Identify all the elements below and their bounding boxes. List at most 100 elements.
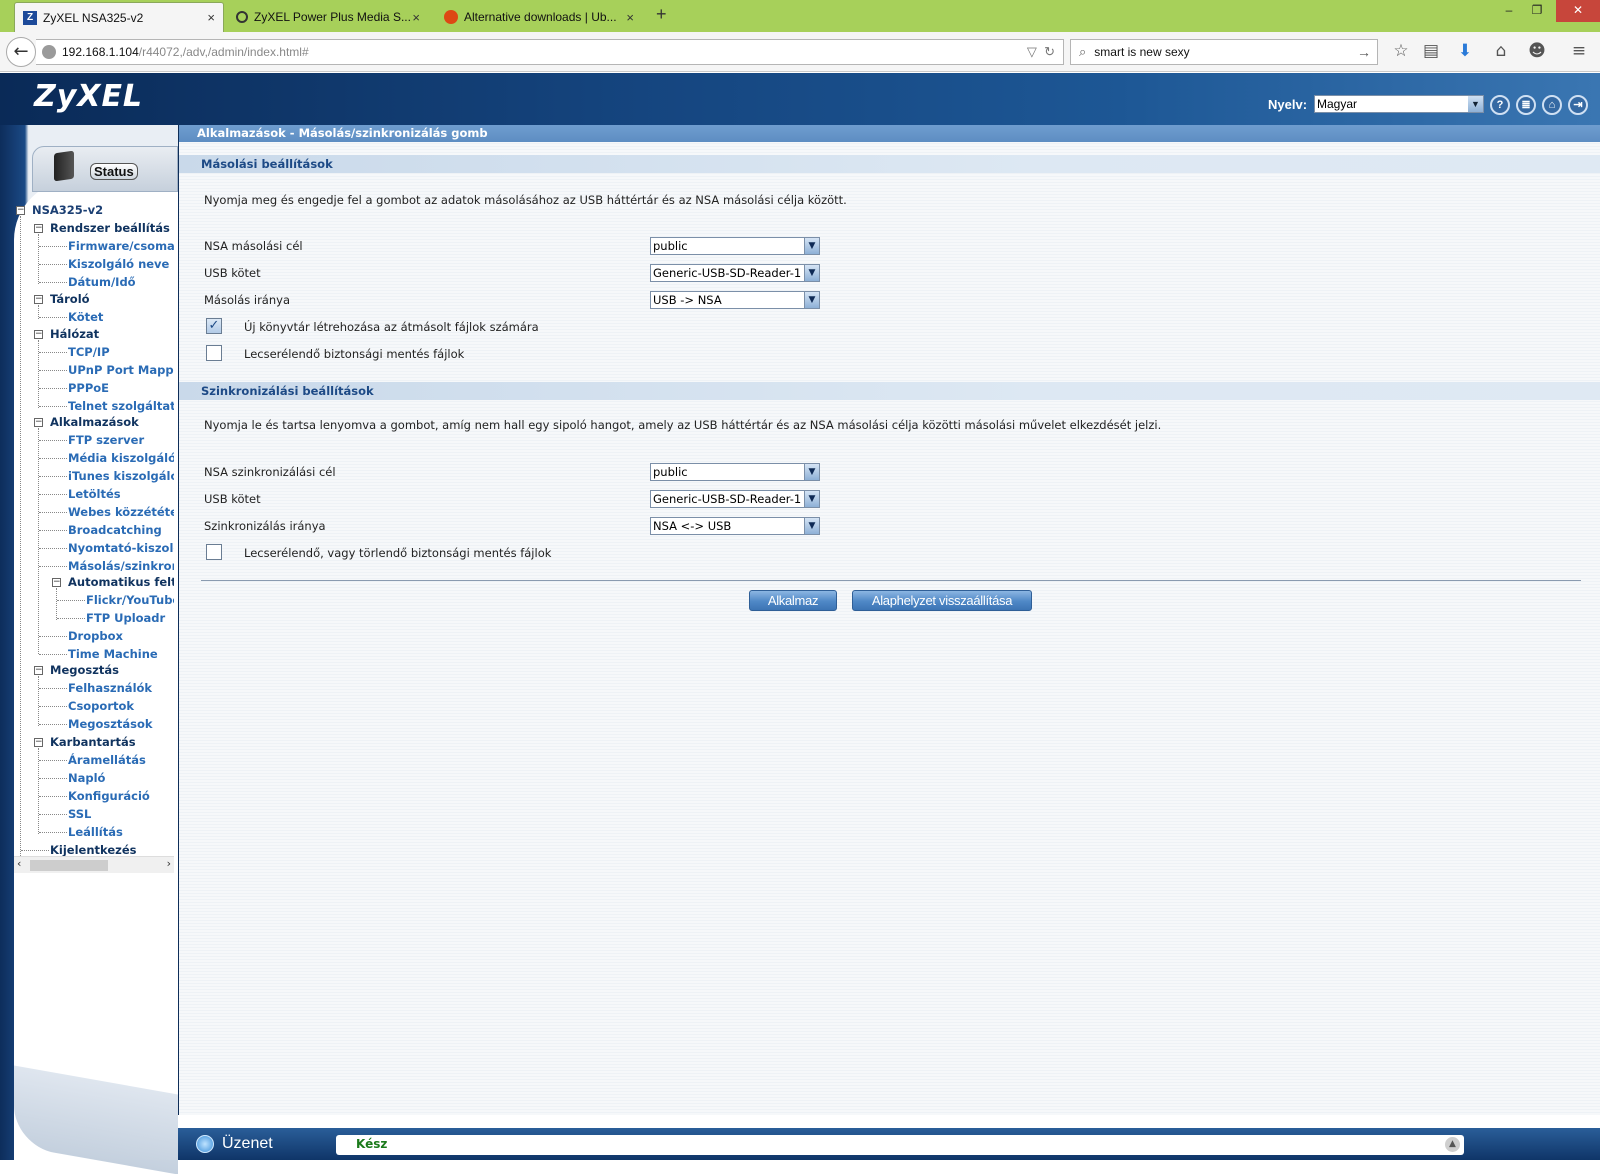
tree-item-telnet[interactable]: Telnet szolgáltatás <box>68 398 174 415</box>
tree-item-media[interactable]: Média kiszolgáló <box>68 450 174 467</box>
tree-line <box>39 370 67 371</box>
chevron-down-icon: ▼ <box>804 491 819 507</box>
minimize-window-button[interactable]: – <box>1494 0 1524 22</box>
collapse-icon[interactable]: − <box>16 206 25 215</box>
home-icon[interactable]: ⌂ <box>1542 95 1562 115</box>
tree-item-csoportok[interactable]: Csoportok <box>68 698 134 715</box>
tree-item-aramellatas[interactable]: Áramellátás <box>68 752 146 769</box>
tab-zyxel-forum[interactable]: ZyXEL Power Plus Media S... × <box>228 2 428 32</box>
zyxel-header: ZyXEL Nyelv: Magyar ▼ ? ≣ ⌂ ⇥ <box>0 73 1600 125</box>
close-window-button[interactable]: ✕ <box>1556 0 1600 22</box>
star-icon[interactable]: ☆ <box>1390 41 1412 61</box>
url-dropdown-reload-icons[interactable]: ▽ ↻ <box>1027 44 1055 60</box>
scroll-left-icon[interactable]: ‹ <box>17 857 21 870</box>
tree-item-flickr[interactable]: Flickr/YouTube <box>86 592 174 609</box>
sync-usb-select[interactable]: Generic-USB-SD-Reader-1 ▼ <box>650 490 820 508</box>
site-info-icon[interactable] <box>42 45 56 59</box>
close-tab-icon[interactable]: × <box>626 10 634 25</box>
language-select[interactable]: Magyar ▼ <box>1314 95 1484 113</box>
tree-item-time-machine[interactable]: Time Machine <box>68 646 158 663</box>
tree-item-rendszer[interactable]: Rendszer beállítás <box>50 220 170 237</box>
tree-line <box>39 706 67 707</box>
tab-ubuntu-downloads[interactable]: Alternative downloads | Ub... × <box>436 2 642 32</box>
tree-item-ftp-uploadr[interactable]: FTP Uploadr <box>86 610 165 627</box>
collapse-icon[interactable]: − <box>34 738 43 747</box>
tree-item-halozat[interactable]: Hálózat <box>50 326 99 343</box>
tree-item-leallitas[interactable]: Leállítás <box>68 824 123 841</box>
tab-label: ZyXEL Power Plus Media S... <box>254 10 411 24</box>
tree-item-ssl[interactable]: SSL <box>68 806 91 823</box>
tree-item-alkalmazasok[interactable]: Alkalmazások <box>50 414 139 431</box>
menu-icon[interactable]: ≡ <box>1568 41 1590 61</box>
collapse-icon[interactable]: − <box>52 578 61 587</box>
close-tab-icon[interactable]: × <box>412 10 420 25</box>
copy-direction-select[interactable]: USB -> NSA ▼ <box>650 291 820 309</box>
maximize-window-button[interactable]: ❐ <box>1522 0 1552 22</box>
copy-target-select[interactable]: public ▼ <box>650 237 820 255</box>
tree-item-letoltes[interactable]: Letöltés <box>68 486 121 503</box>
tree-item-kiszolgalo-neve[interactable]: Kiszolgáló neve <box>68 256 169 273</box>
tree-item-broadcatching[interactable]: Broadcatching <box>68 522 162 539</box>
apply-button[interactable]: Alkalmaz <box>749 590 837 611</box>
tree-item-webes[interactable]: Webes közzététel <box>68 504 174 521</box>
tree-item-megosztasok[interactable]: Megosztások <box>68 716 153 733</box>
sync-backup-checkbox[interactable] <box>206 544 222 560</box>
home-icon[interactable]: ⌂ <box>1490 41 1512 61</box>
tree-item-dropbox[interactable]: Dropbox <box>68 628 123 645</box>
tree-item-ftp[interactable]: FTP szerver <box>68 432 144 449</box>
back-button[interactable]: ← <box>6 37 36 67</box>
tree-item-tcpip[interactable]: TCP/IP <box>68 344 110 361</box>
copy-backup-checkbox[interactable] <box>206 345 222 361</box>
sync-target-select[interactable]: public ▼ <box>650 463 820 481</box>
collapse-icon[interactable]: − <box>34 224 43 233</box>
tree-line <box>39 512 67 513</box>
reading-list-icon[interactable]: ▤ <box>1420 41 1442 61</box>
sync-backup-label: Lecserélendő, vagy törlendő biztonsági m… <box>244 546 552 560</box>
copy-usb-select[interactable]: Generic-USB-SD-Reader-1 ▼ <box>650 264 820 282</box>
scrollbar-thumb[interactable] <box>30 860 108 871</box>
tree-item-naplo[interactable]: Napló <box>68 770 105 787</box>
status-label[interactable]: Status <box>90 163 138 180</box>
search-go-icon[interactable]: → <box>1357 44 1371 60</box>
address-bar[interactable]: 192.168.1.104 /r44072,/adv,/admin/index.… <box>36 39 1064 65</box>
search-input[interactable]: ⌕ smart is new sexy → <box>1070 39 1378 65</box>
collapse-icon[interactable]: − <box>34 666 43 675</box>
tree-item-felhasznalok[interactable]: Felhasználók <box>68 680 152 697</box>
tree-item-root[interactable]: NSA325-v2 <box>32 202 103 219</box>
new-tab-button[interactable]: + <box>656 4 667 25</box>
tree-item-firmware[interactable]: Firmware/csomag <box>68 238 174 255</box>
tree-item-kijelentkezes[interactable]: Kijelentkezés <box>50 842 137 856</box>
new-directory-checkbox[interactable]: ✓ <box>206 318 222 334</box>
download-icon[interactable]: ⬇ <box>1454 41 1476 61</box>
help-icon[interactable]: ? <box>1490 95 1510 115</box>
collapse-icon[interactable]: − <box>34 295 43 304</box>
tree-item-automatikus[interactable]: Automatikus feltöltés <box>68 574 174 591</box>
scroll-right-icon[interactable]: › <box>167 857 171 870</box>
tree-horizontal-scrollbar[interactable]: ‹ › <box>14 856 174 873</box>
tree-item-karbantartas[interactable]: Karbantartás <box>50 734 136 751</box>
tab-zyxel-nsa325[interactable]: Z ZyXEL NSA325-v2 × <box>14 2 224 32</box>
language-value: Magyar <box>1317 97 1358 111</box>
sync-direction-label: Szinkronizálás iránya <box>204 519 326 533</box>
message-field: Kész ▲ <box>336 1135 1464 1155</box>
tree-item-upnp[interactable]: UPnP Port Mapping <box>68 362 174 379</box>
tree-item-itunes[interactable]: iTunes kiszolgáló <box>68 468 174 485</box>
tree-item-datum[interactable]: Dátum/Idő <box>68 274 136 291</box>
tree-item-nyomtato[interactable]: Nyomtató-kiszolgáló <box>68 540 174 557</box>
chat-icon[interactable]: ☻ <box>1526 41 1548 61</box>
collapse-icon[interactable]: − <box>34 418 43 427</box>
tree-item-megosztas[interactable]: Megosztás <box>50 662 119 679</box>
collapse-icon[interactable]: − <box>34 330 43 339</box>
close-tab-icon[interactable]: × <box>207 10 215 25</box>
reset-button[interactable]: Alaphelyzet visszaállítása <box>852 590 1032 611</box>
sitemap-icon[interactable]: ≣ <box>1516 95 1536 115</box>
tree-item-konfiguracio[interactable]: Konfiguráció <box>68 788 150 805</box>
tree-item-tarolo[interactable]: Tároló <box>50 291 90 308</box>
expand-up-icon[interactable]: ▲ <box>1445 1137 1460 1152</box>
sync-direction-select[interactable]: NSA <-> USB ▼ <box>650 517 820 535</box>
tree-item-masolas[interactable]: Másolás/szinkronizálás <box>68 558 174 575</box>
logout-icon[interactable]: ⇥ <box>1568 95 1588 115</box>
tree-item-kotet[interactable]: Kötet <box>68 309 103 326</box>
chevron-down-icon: ▼ <box>804 464 819 480</box>
tree-item-pppoe[interactable]: PPPoE <box>68 380 109 397</box>
